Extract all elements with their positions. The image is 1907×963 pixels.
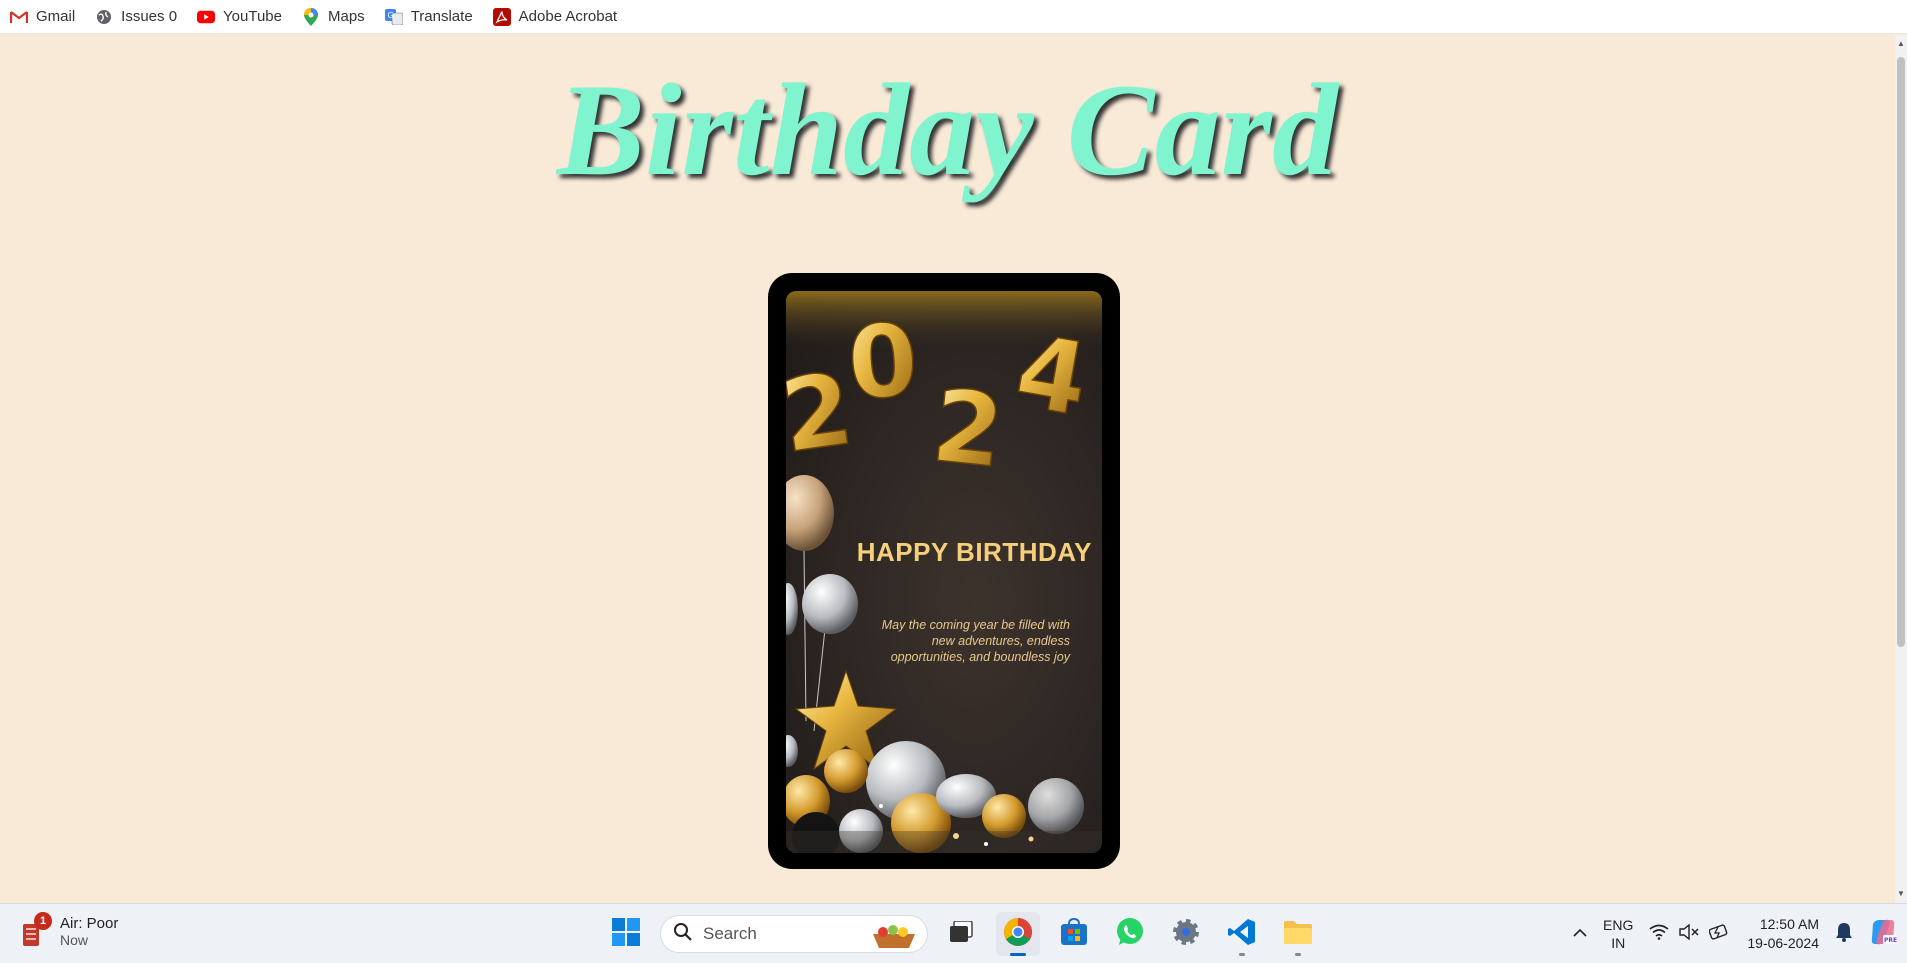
start-button[interactable] <box>604 912 648 956</box>
scroll-down-arrow-icon[interactable]: ▼ <box>1896 889 1906 899</box>
vscode-button[interactable] <box>1220 912 1264 956</box>
svg-text:PRE: PRE <box>1884 937 1897 944</box>
clock-time: 12:50 AM <box>1759 916 1819 932</box>
system-clock[interactable]: 12:50 AM 19-06-2024 <box>1747 915 1819 953</box>
search-placeholder: Search <box>703 924 757 943</box>
birthday-card: 2 0 2 4 HAPPY BIRTHDAY May the coming ye… <box>768 273 1120 869</box>
tray-status-icons[interactable] <box>1649 923 1731 945</box>
whatsapp-button[interactable] <box>1108 912 1152 956</box>
bookmark-label: YouTube <box>223 8 282 25</box>
bookmark-gmail[interactable]: Gmail <box>10 6 75 28</box>
scroll-up-arrow-icon[interactable]: ▲ <box>1896 39 1906 49</box>
search-icon <box>673 922 693 947</box>
whatsapp-icon <box>1115 917 1145 952</box>
bookmark-maps[interactable]: Maps <box>302 6 365 28</box>
air-quality-icon: 1 <box>20 912 52 948</box>
gmail-icon <box>10 9 28 25</box>
system-tray: ENG IN 12:50 AM 19-06-2024 PRE <box>1573 912 1897 956</box>
store-icon <box>1060 917 1088 951</box>
svg-text:2: 2 <box>927 367 1008 491</box>
bookmark-label: Maps <box>328 8 365 25</box>
wifi-icon <box>1649 924 1669 945</box>
card-decoration: 2 0 2 4 <box>786 291 1102 853</box>
translate-icon: G <box>384 8 403 25</box>
acrobat-icon <box>492 7 511 26</box>
language-indicator[interactable]: ENG IN <box>1603 916 1633 952</box>
chrome-button[interactable] <box>996 912 1040 956</box>
page-scrollbar[interactable]: ▲ ▼ <box>1895 35 1907 903</box>
taskbar-apps: Search <box>604 912 1320 956</box>
bookmark-acrobat[interactable]: Adobe Acrobat <box>492 6 618 28</box>
page-content: Birthday Card 2 0 2 4 HAPPY BIRTHDAY May… <box>0 35 1895 903</box>
copilot-icon[interactable]: PRE <box>1869 918 1897 951</box>
globe-icon <box>95 9 113 25</box>
clock-date: 19-06-2024 <box>1747 935 1819 951</box>
running-indicator <box>1010 953 1026 956</box>
gear-icon <box>1172 918 1200 951</box>
store-button[interactable] <box>1052 912 1096 956</box>
settings-button[interactable] <box>1164 912 1208 956</box>
running-indicator <box>1239 953 1245 956</box>
bookmark-label: Adobe Acrobat <box>518 8 618 25</box>
card-heading: HAPPY BIRTHDAY <box>856 537 1092 567</box>
vscode-icon <box>1228 918 1256 951</box>
svg-text:0: 0 <box>844 301 922 423</box>
bookmark-youtube[interactable]: YouTube <box>197 6 282 28</box>
weather-widget[interactable]: 1 Air: Poor Now <box>20 912 119 948</box>
volume-muted-icon <box>1679 923 1699 945</box>
scrollbar-thumb[interactable] <box>1897 57 1905 647</box>
taskbar-search[interactable]: Search <box>660 915 928 953</box>
bookmark-issues[interactable]: Issues 0 <box>95 6 177 28</box>
taskbar: 1 Air: Poor Now Search ENG IN 12:50 AM 1… <box>0 903 1907 963</box>
bookmark-label: Issues 0 <box>121 8 178 25</box>
task-view-button[interactable] <box>940 912 984 956</box>
youtube-icon <box>197 9 216 25</box>
language-code: ENG <box>1603 917 1634 933</box>
language-region: IN <box>1611 935 1626 951</box>
search-highlight-icon <box>869 920 919 955</box>
notification-badge: 1 <box>34 912 52 930</box>
windows-icon <box>612 917 640 951</box>
page-title: Birthday Card <box>556 56 1339 203</box>
bookmark-label: Translate <box>410 8 473 25</box>
file-explorer-button[interactable] <box>1276 912 1320 956</box>
svg-text:G: G <box>387 11 393 20</box>
battery-charging-icon <box>1709 923 1731 945</box>
task-view-icon <box>950 919 974 948</box>
maps-icon <box>302 7 320 26</box>
notification-bell-icon[interactable] <box>1835 922 1853 947</box>
bookmarks-bar: Gmail Issues 0 YouTube Maps G Translate … <box>0 0 1907 34</box>
bookmark-translate[interactable]: G Translate <box>384 6 473 28</box>
card-message: May the coming year be filled with new a… <box>881 618 1070 664</box>
bookmark-label: Gmail <box>36 8 76 25</box>
weather-title: Air: Poor <box>60 914 119 932</box>
chevron-up-icon[interactable] <box>1573 925 1587 943</box>
folder-icon <box>1283 919 1313 950</box>
running-indicator <box>1295 953 1301 956</box>
birthday-card-image: 2 0 2 4 HAPPY BIRTHDAY May the coming ye… <box>786 291 1102 853</box>
chrome-icon <box>1003 917 1033 952</box>
weather-subtitle: Now <box>60 931 89 948</box>
